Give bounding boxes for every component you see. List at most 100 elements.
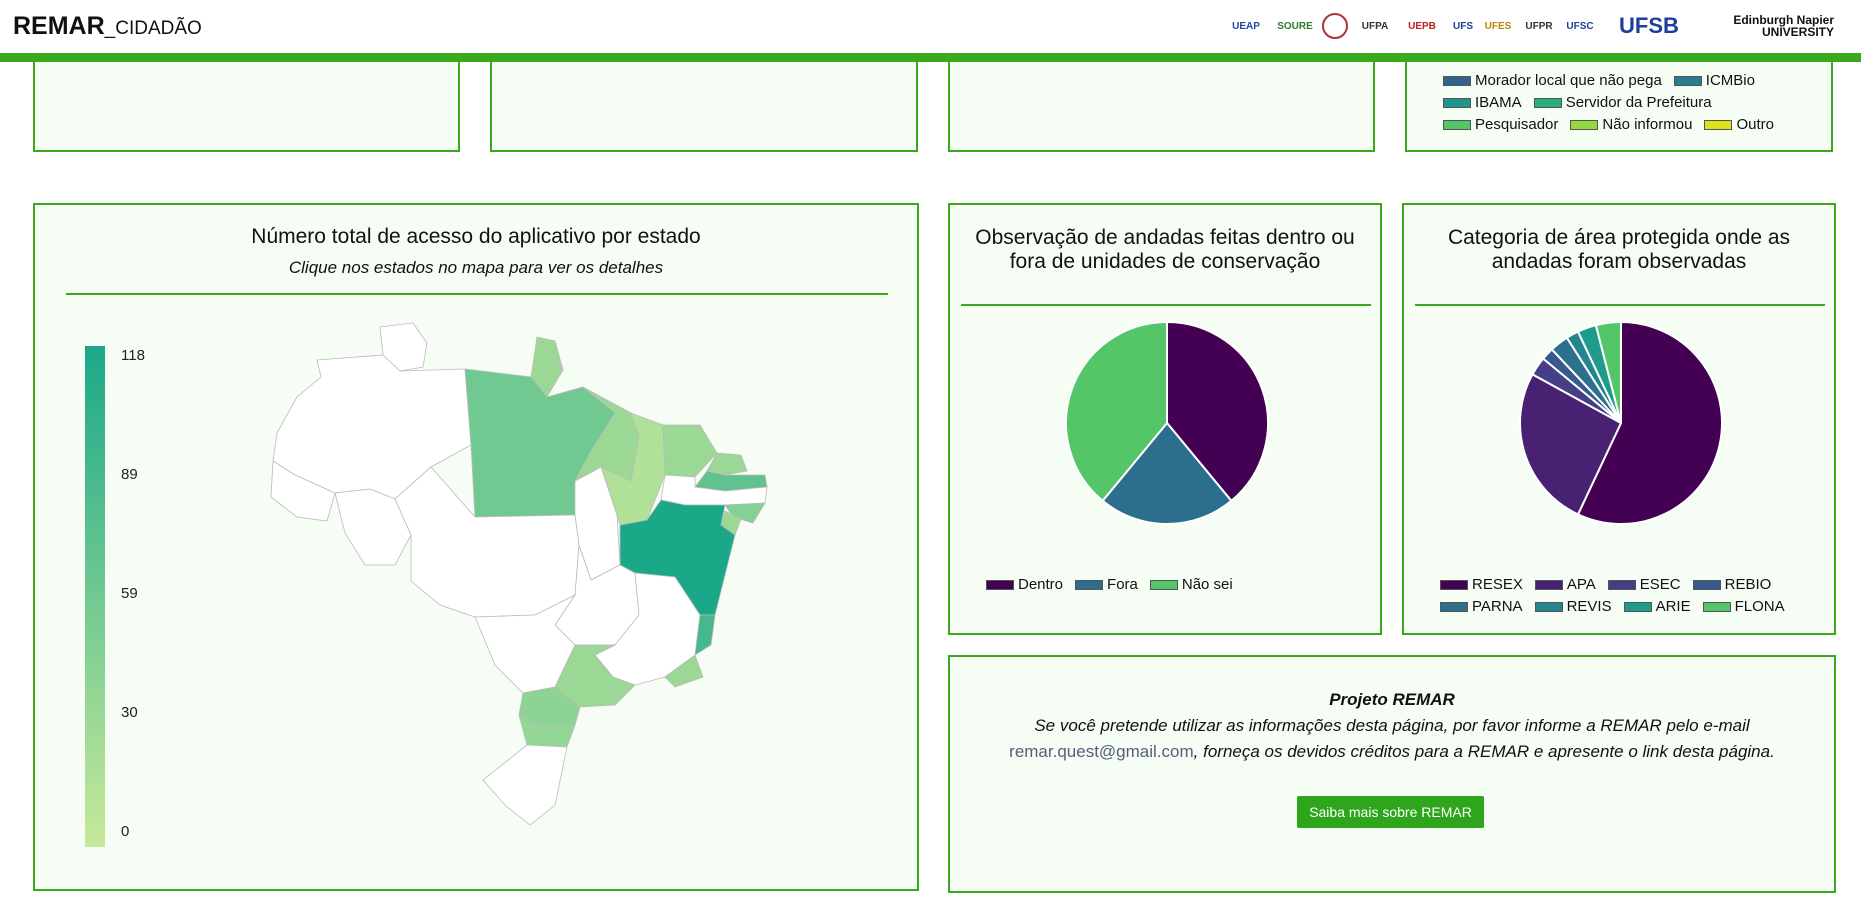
legend-item: IBAMA (1443, 92, 1522, 114)
role-legend: Morador local que não pega ICMBio IBAMA Ser… (1443, 70, 1823, 136)
legend-label: Não informou (1602, 116, 1693, 133)
map-title-divider (66, 293, 888, 295)
legend-item: Servidor da Prefeitura (1533, 92, 1712, 114)
pie1-chart (1065, 320, 1269, 525)
legend-row: IBAMA Servidor da Prefeitura (1443, 92, 1823, 114)
legend-swatch (1702, 602, 1731, 612)
scale-tick: 118 (121, 347, 145, 364)
ufsb-logo: UFSB (1619, 13, 1679, 38)
map-subtitle: Clique nos estados no mapa para ver os d… (288, 258, 664, 277)
seal-logo (1322, 13, 1348, 39)
ufpr-logo: UFPR (1525, 20, 1553, 32)
legend-swatch (1534, 602, 1563, 612)
legend-item[interactable]: ARIE (1623, 596, 1691, 618)
info-line2: remar.quest@gmail.com, forneça os devido… (950, 742, 1834, 762)
legend-label: ESEC (1639, 576, 1681, 593)
legend-swatch (1149, 580, 1178, 590)
legend-label: RESEX (1472, 576, 1523, 593)
top-panel-4: Morador local que não pega ICMBio IBAMA Ser… (1405, 60, 1833, 152)
map-state-am[interactable] (272, 354, 472, 500)
top-panel-3 (948, 60, 1375, 152)
brand-name: REMAR (13, 12, 105, 40)
legend-item: Morador local que não pega (1443, 70, 1662, 92)
pie-panel-protected-area: Categoria de área protegida onde as anda… (1402, 203, 1836, 635)
legend-item[interactable]: APA (1534, 574, 1596, 596)
legend-label: Outro (1736, 116, 1774, 133)
scale-tick: 89 (121, 466, 138, 483)
soure-logo: SOURE (1277, 20, 1313, 32)
legend-item[interactable]: Fora (1075, 574, 1138, 596)
map-title: Número total de acesso do aplicativo por… (251, 225, 701, 248)
color-scale-bar (85, 346, 105, 847)
legend-swatch (1570, 120, 1599, 130)
legend-label: Não sei (1181, 576, 1233, 593)
legend-swatch (1704, 120, 1733, 130)
legend-swatch (986, 580, 1014, 590)
legend-row: Pesquisador Não informou Outro (1443, 114, 1823, 136)
legend-label: PARNA (1472, 598, 1523, 615)
ufsc-logo: UFSC (1566, 20, 1594, 32)
legend-item[interactable]: FLONA (1702, 596, 1785, 618)
legend-swatch (1673, 76, 1702, 86)
legend-label: REVIS (1566, 598, 1612, 615)
ueap-logo: UEAP (1232, 20, 1260, 32)
legend-label: ICMBio (1705, 72, 1755, 89)
ufpa-logo: UFPA (1361, 20, 1389, 32)
legend-swatch (1607, 580, 1636, 590)
info-panel: Projeto REMAR Se você pretende utilizar … (948, 655, 1836, 893)
legend-item: Não informou (1570, 114, 1692, 136)
email-link[interactable]: remar.quest@gmail.com (1009, 742, 1194, 761)
info-heading: Projeto REMAR (1329, 690, 1455, 709)
legend-label: Fora (1107, 576, 1138, 593)
legend-label: Morador local que não pega (1475, 72, 1662, 89)
info-line2-text: , forneça os devidos créditos para a REM… (1193, 742, 1775, 761)
legend-swatch (1440, 602, 1468, 612)
legend-row: PARNA REVIS ARIE FLONA (1440, 596, 1830, 618)
legend-item: Pesquisador (1443, 114, 1558, 136)
legend-label: FLONA (1734, 598, 1785, 615)
learn-more-button[interactable]: Saiba mais sobre REMAR (1297, 796, 1484, 828)
pie1-legend: Dentro Fora Não sei (986, 574, 1239, 596)
scale-tick: 30 (121, 704, 138, 721)
legend-item[interactable]: RESEX (1440, 574, 1523, 596)
legend-swatch (1440, 580, 1468, 590)
info-line1: Se você pretende utilizar as informações… (1034, 716, 1750, 735)
legend-item[interactable]: REVIS (1534, 596, 1612, 618)
legend-label: Dentro (1018, 576, 1064, 593)
legend-label: Pesquisador (1475, 116, 1559, 133)
legend-swatch (1692, 580, 1721, 590)
legend-swatch (1443, 98, 1471, 108)
edinburgh-logo: Edinburgh Napier UNIVERSITY (1733, 13, 1834, 39)
legend-row: Dentro Fora Não sei (986, 574, 1239, 596)
map-state-rs[interactable] (482, 744, 568, 826)
map-panel: Número total de acesso do aplicativo por… (33, 203, 919, 891)
legend-item: ICMBio (1673, 70, 1755, 92)
legend-swatch (1534, 580, 1563, 590)
legend-label: Servidor da Prefeitura (1565, 94, 1712, 111)
brand-logo[interactable]: REMAR_CIDADÃO (13, 12, 202, 41)
scale-tick: 0 (121, 823, 130, 840)
ufs-logo: UFS (1453, 20, 1473, 32)
partner-logos: UEAP SOURE UFPA UEPB UFS UFES UFPR UFSC UFSB Edin… (1224, 8, 1834, 44)
legend-item[interactable]: Não sei (1149, 574, 1233, 596)
legend-label: REBIO (1724, 576, 1772, 593)
legend-label: IBAMA (1475, 94, 1522, 111)
top-header: REMAR_CIDADÃO UEAP SOURE UFPA UEPB UFS UFES UF… (0, 0, 1861, 53)
legend-item: Outro (1704, 114, 1774, 136)
legend-item[interactable]: PARNA (1440, 596, 1523, 618)
legend-label: ARIE (1655, 598, 1691, 615)
legend-row: Morador local que não pega ICMBio (1443, 70, 1823, 92)
uepb-logo: UEPB (1408, 20, 1436, 32)
legend-item[interactable]: REBIO (1692, 574, 1772, 596)
brand-subtitle: _CIDADÃO (104, 18, 202, 39)
legend-swatch (1623, 602, 1652, 612)
brazil-map (270, 322, 768, 826)
legend-swatch (1533, 98, 1562, 108)
legend-item[interactable]: ESEC (1607, 574, 1681, 596)
pie-panel-inside-outside: Observação de andadas feitas dentro ou f… (948, 203, 1382, 635)
legend-label: APA (1566, 576, 1596, 593)
legend-row: RESEX APA ESEC REBIO (1440, 574, 1830, 596)
scale-tick: 59 (121, 585, 138, 602)
top-panel-2 (490, 60, 918, 152)
legend-item[interactable]: Dentro (986, 574, 1063, 596)
